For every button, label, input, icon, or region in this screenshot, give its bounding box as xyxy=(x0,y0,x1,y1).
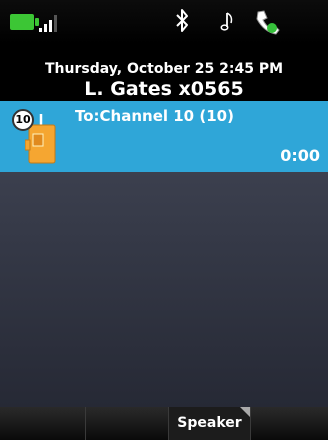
status-bar xyxy=(0,0,328,44)
music-note-icon xyxy=(220,12,233,31)
active-call-row[interactable]: 10 To:Channel 10 (10) 0:00 xyxy=(0,101,328,172)
identity-header: Thursday, October 25 2:45 PM L. Gates x0… xyxy=(0,55,328,101)
softkey-1[interactable] xyxy=(0,407,85,440)
signal-strength-icon xyxy=(39,15,65,32)
bluetooth-icon xyxy=(176,9,188,32)
date-time-label: Thursday, October 25 2:45 PM xyxy=(44,61,284,77)
call-target-label: To:Channel 10 (10) xyxy=(75,107,234,125)
handset-icon xyxy=(256,10,280,35)
call-list: 10 To:Channel 10 (10) 0:00 xyxy=(0,101,328,407)
softkey-2[interactable] xyxy=(85,407,168,440)
channel-badge: 10 xyxy=(12,109,34,131)
softkey-4[interactable] xyxy=(250,407,328,440)
softkey-bar: Speaker xyxy=(0,407,328,440)
speaker-softkey[interactable]: Speaker xyxy=(168,407,250,440)
call-timer: 0:00 xyxy=(280,146,320,165)
battery-icon xyxy=(10,14,39,30)
user-extension-label: L. Gates x0565 xyxy=(84,78,244,100)
